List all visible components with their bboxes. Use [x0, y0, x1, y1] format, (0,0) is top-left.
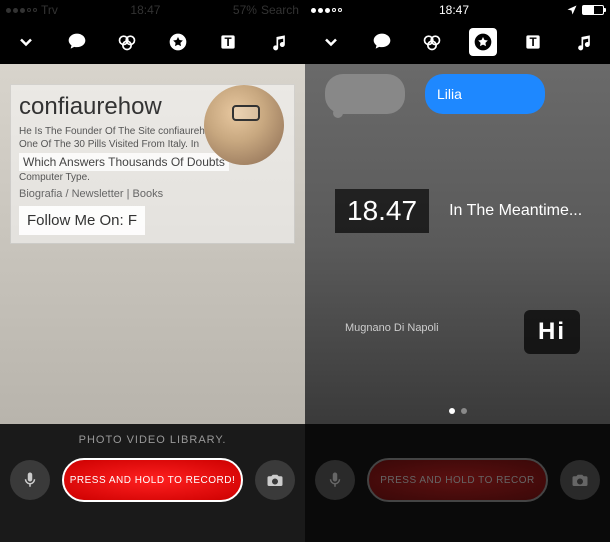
location-stamp[interactable]: Mugnano Di Napoli: [345, 322, 439, 334]
battery-pct: 57%: [233, 3, 257, 17]
library-label: [305, 434, 610, 446]
library-label[interactable]: PHOTO VIDEO LIBRARY.: [0, 434, 305, 446]
toolbar: T: [0, 20, 305, 64]
location-arrow-icon: [566, 4, 578, 16]
filter-icon[interactable]: [418, 28, 446, 56]
record-button[interactable]: PRESS AND HOLD TO RECOR: [367, 458, 548, 502]
status-time: 18:47: [130, 3, 160, 17]
chevron-down-icon[interactable]: [317, 28, 345, 56]
text-icon[interactable]: T: [519, 28, 547, 56]
mic-button[interactable]: [10, 460, 50, 500]
record-button[interactable]: PRESS AND HOLD TO RECORD!: [62, 458, 243, 502]
bottom-bar: PHOTO VIDEO LIBRARY. PRESS AND HOLD TO R…: [0, 424, 305, 542]
chat-icon[interactable]: [368, 28, 396, 56]
battery-icon: [582, 5, 604, 15]
meantime-text: In The Meantime...: [449, 202, 582, 220]
toolbar: T: [305, 20, 610, 64]
bubble-text: Lilia: [437, 86, 462, 102]
hi-badge[interactable]: Hi: [524, 310, 580, 354]
status-bar: 18:47: [305, 0, 610, 20]
status-right: [566, 4, 604, 16]
svg-text:T: T: [530, 36, 537, 49]
music-icon[interactable]: [570, 28, 598, 56]
screen-right: 18:47 T Lilia: [305, 0, 610, 542]
page-dot-2[interactable]: [461, 408, 467, 414]
signal-icon: [6, 8, 37, 13]
controls-row: PRESS AND HOLD TO RECOR: [305, 458, 610, 502]
time-stamp: 18.47: [335, 189, 429, 233]
search-label: Search: [261, 3, 299, 17]
profile-follow[interactable]: Follow Me On: F: [19, 206, 145, 235]
profile-card: confiaurehow He Is The Founder Of The Si…: [10, 84, 295, 244]
content-area: confiaurehow He Is The Founder Of The Si…: [0, 64, 305, 424]
status-right: 57% Search: [233, 3, 299, 17]
time-overlay[interactable]: 18.47 In The Meantime...: [335, 189, 582, 233]
chat-bubble-outgoing: Lilia: [425, 74, 545, 114]
profile-highlight: Which Answers Thousands Of Doubts: [19, 153, 229, 171]
controls-row: PRESS AND HOLD TO RECORD!: [0, 458, 305, 502]
star-icon[interactable]: [469, 28, 497, 56]
mic-button[interactable]: [315, 460, 355, 500]
chevron-down-icon[interactable]: [12, 28, 40, 56]
page-indicator: [449, 408, 467, 414]
camera-button[interactable]: [255, 460, 295, 500]
content-area: Lilia 18.47 In The Meantime... Mugnano D…: [305, 64, 610, 424]
profile-links[interactable]: Biografia / Newsletter | Books: [19, 188, 286, 200]
screen-left: Trv 18:47 57% Search T confiaurehow: [0, 0, 305, 542]
record-label: PRESS AND HOLD TO RECOR: [380, 475, 535, 486]
star-icon[interactable]: [164, 28, 192, 56]
status-left: [311, 8, 342, 13]
text-icon[interactable]: T: [214, 28, 242, 56]
svg-text:T: T: [225, 36, 232, 49]
camera-button[interactable]: [560, 460, 600, 500]
status-left: Trv: [6, 3, 58, 17]
signal-icon: [311, 8, 342, 13]
avatar: [204, 85, 284, 165]
chat-bubble-incoming: [325, 74, 405, 114]
chat-bubbles: Lilia: [315, 74, 600, 114]
profile-type: Computer Type.: [19, 171, 286, 184]
music-icon[interactable]: [265, 28, 293, 56]
record-label: PRESS AND HOLD TO RECORD!: [70, 475, 236, 486]
status-bar: Trv 18:47 57% Search: [0, 0, 305, 20]
bottom-bar: PRESS AND HOLD TO RECOR: [305, 424, 610, 542]
chat-icon[interactable]: [63, 28, 91, 56]
carrier-label: Trv: [41, 3, 58, 17]
status-time: 18:47: [439, 3, 469, 17]
page-dot-1[interactable]: [449, 408, 455, 414]
filter-icon[interactable]: [113, 28, 141, 56]
